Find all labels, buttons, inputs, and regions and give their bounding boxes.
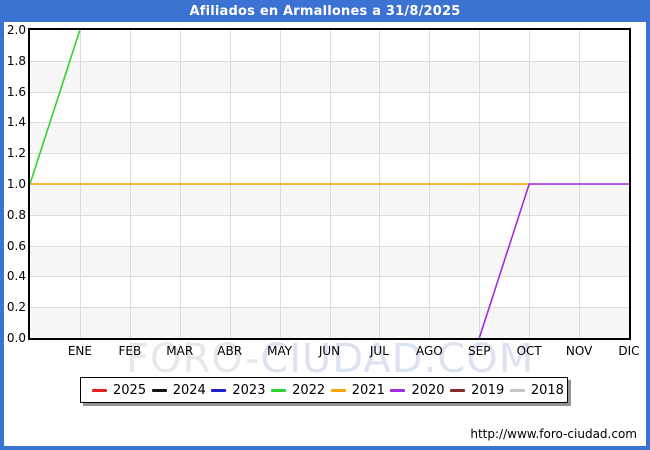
chart-title: Afiliados en Armallones a 31/8/2025	[189, 3, 461, 19]
watermark-part1: FORO-	[126, 336, 261, 382]
legend-label-2025: 2025	[113, 382, 147, 398]
plot-area	[28, 28, 631, 340]
frame-border-bottom	[0, 446, 650, 450]
legend-swatch-2020	[390, 388, 406, 392]
x-tick-label-nov: NOV	[565, 344, 593, 358]
x-tick-label-ene: ENE	[67, 344, 92, 358]
watermark-part2: CIUDAD.COM	[260, 336, 535, 382]
legend-item-2024: 2024	[151, 382, 206, 398]
watermark: FORO-CIUDAD.COM	[126, 336, 534, 382]
legend-label-2021: 2021	[351, 382, 385, 398]
series-lines	[30, 30, 629, 338]
legend: 2025 2024 2023 2022 2021 2020 2019 2018	[80, 377, 568, 403]
legend-swatch-2019	[450, 388, 466, 392]
legend-label-2024: 2024	[172, 382, 206, 398]
title-bar: Afiliados en Armallones a 31/8/2025	[0, 0, 650, 22]
legend-item-2021: 2021	[330, 382, 385, 398]
legend-swatch-2024	[151, 388, 167, 392]
legend-item-2018: 2018	[509, 382, 564, 398]
x-tick-label-dic: DIC	[618, 344, 640, 358]
legend-label-2023: 2023	[232, 382, 266, 398]
legend-label-2020: 2020	[411, 382, 445, 398]
legend-item-2020: 2020	[390, 382, 445, 398]
series-line-2022	[30, 30, 81, 185]
legend-label-2018: 2018	[530, 382, 564, 398]
legend-swatch-2025	[92, 388, 107, 392]
chart-window: Afiliados en Armallones a 31/8/2025 FORO…	[0, 0, 650, 450]
legend-swatch-2023	[211, 388, 227, 392]
legend-item-2019: 2019	[450, 383, 504, 398]
legend-swatch-2018	[509, 388, 525, 392]
legend-swatch-2022	[271, 388, 287, 392]
series-line-2020	[478, 183, 629, 338]
legend-item-2023: 2023	[211, 383, 265, 398]
legend-item-2025: 2025	[92, 383, 146, 398]
legend-label-2019: 2019	[471, 382, 505, 398]
footer-url[interactable]: http://www.foro-ciudad.com	[470, 427, 637, 441]
frame-border-left	[0, 22, 4, 450]
frame-border-right	[646, 22, 650, 450]
legend-item-2022: 2022	[271, 383, 325, 398]
legend-label-2022: 2022	[292, 382, 326, 398]
legend-swatch-2021	[330, 388, 346, 392]
